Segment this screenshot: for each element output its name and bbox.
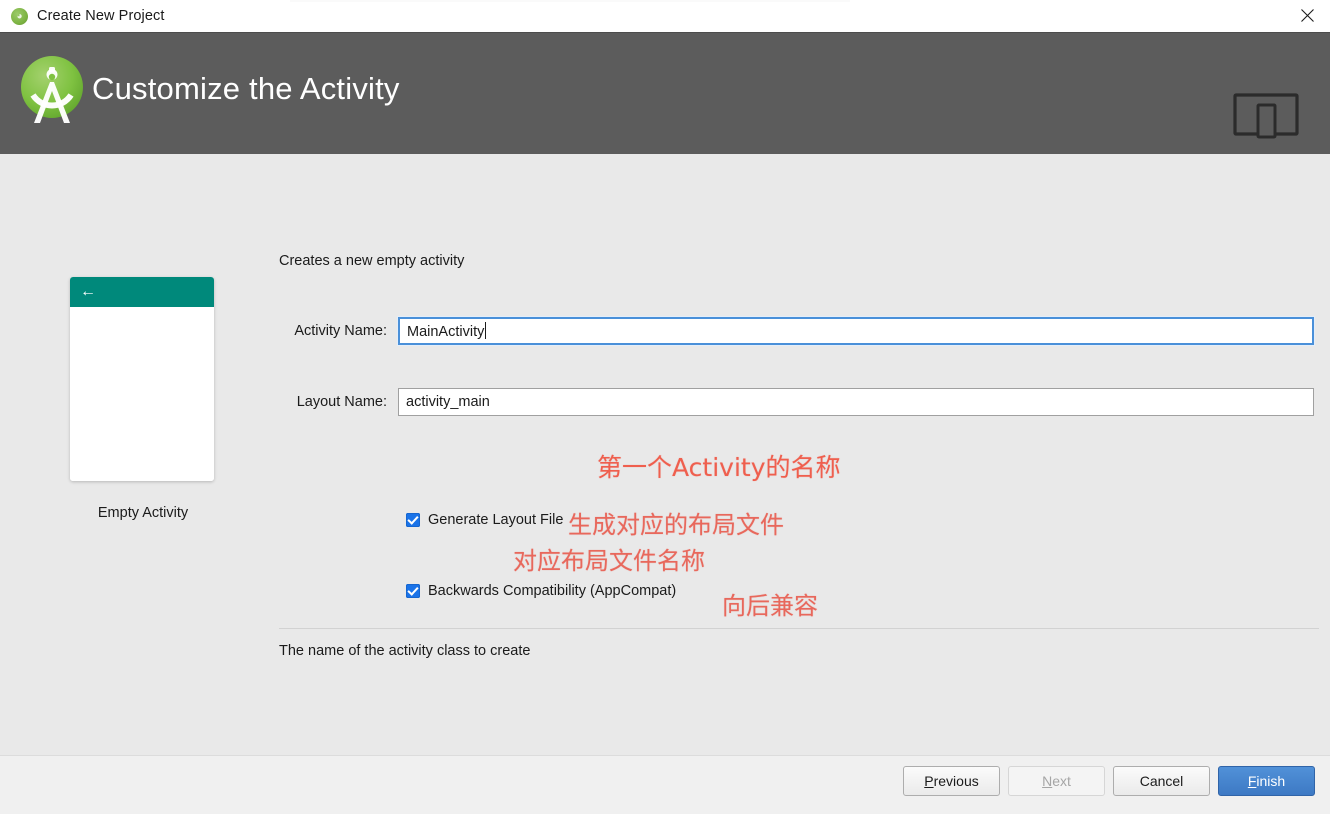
text-caret [485,322,487,339]
activity-preview-card: ← [70,277,214,481]
window-title: Create New Project [37,8,165,24]
dialog-body: ← Empty Activity Creates a new empty act… [0,154,1330,755]
title-bar-hairline [290,0,850,2]
dialog-footer: Previous Next Cancel Finish [0,755,1330,814]
android-studio-icon: ◕ [11,7,28,25]
preview-appbar: ← [70,277,214,307]
previous-button-mnemonic: P [924,773,934,789]
window-title-bar: ◕ Create New Project [0,0,1330,33]
finish-button-mnemonic: F [1247,773,1257,789]
previous-button[interactable]: Previous [903,766,1000,796]
next-button-mnemonic: N [1042,773,1053,789]
close-icon[interactable] [1284,0,1330,31]
next-button[interactable]: Next [1008,766,1105,796]
activity-preview: ← Empty Activity [70,277,216,521]
generate-layout-file-checkbox[interactable]: Generate Layout File [406,512,563,528]
previous-button-label: revious [933,773,979,789]
next-button-label: ext [1052,773,1071,789]
android-studio-icon-glyph: ◕ [16,10,23,22]
activity-name-label: Activity Name: [294,323,387,339]
cancel-button[interactable]: Cancel [1113,766,1210,796]
back-arrow-icon: ← [80,283,96,300]
annotation-layout-name: 对应布局文件名称 [513,547,705,575]
backwards-compatibility-checkbox[interactable]: Backwards Compatibility (AppCompat) [406,583,676,599]
backwards-compatibility-label: Backwards Compatibility (AppCompat) [428,583,677,599]
help-text: The name of the activity class to create [279,643,531,659]
activity-name-value: MainActivity [407,324,485,340]
layout-name-input[interactable]: activity_main [398,388,1314,416]
annotation-generate-layout: 生成对应的布局文件 [568,511,784,539]
finish-button-label: inish [1256,773,1286,789]
layout-name-label: Layout Name: [296,394,387,410]
preview-content-area [70,307,214,481]
activity-preview-label: Empty Activity [97,505,189,521]
dialog-header: Customize the Activity [0,32,1330,155]
checkbox-checked-icon [406,513,420,527]
checkbox-checked-icon [406,584,420,598]
finish-button[interactable]: Finish [1218,766,1315,796]
annotation-backwards-compat: 向后兼容 [722,592,818,620]
form-description: Creates a new empty activity [279,253,465,269]
generate-layout-file-label: Generate Layout File [428,512,564,528]
layout-name-value: activity_main [406,394,490,410]
page-title: Customize the Activity [92,71,400,106]
device-preview-icon [1232,91,1300,139]
cancel-button-label: Cancel [1139,773,1184,789]
android-studio-logo [20,55,86,123]
help-separator [279,628,1319,629]
activity-name-input[interactable]: MainActivity [397,316,1315,346]
annotation-activity-name: 第一个Activity的名称 [597,453,841,482]
